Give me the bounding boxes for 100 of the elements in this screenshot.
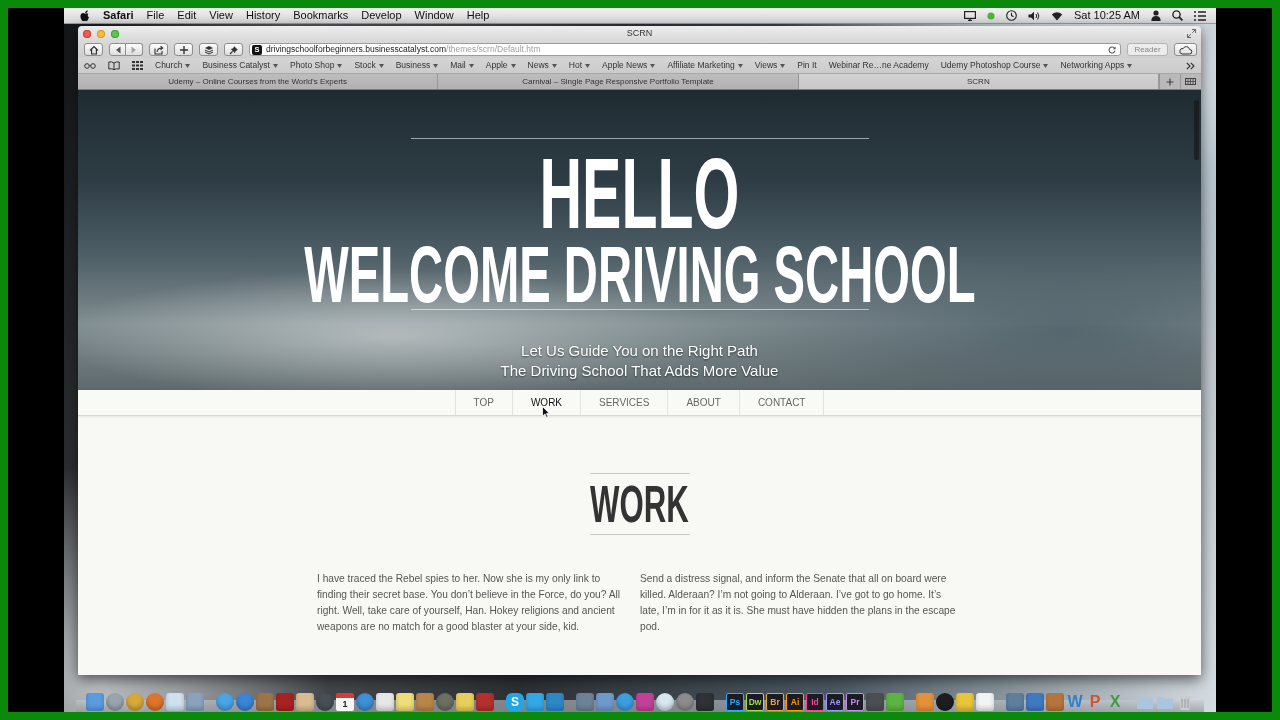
cloud-tabs-button[interactable] [1174, 43, 1197, 56]
app-tile-icon[interactable] [576, 693, 594, 711]
scrollbar-thumb[interactable] [1194, 100, 1199, 160]
bookmark-item[interactable]: Networking Apps [1060, 61, 1133, 70]
grid-icon[interactable] [132, 61, 143, 70]
app-tile-icon[interactable] [866, 693, 884, 711]
back-button[interactable] [109, 43, 126, 56]
app-tile-icon[interactable] [916, 693, 934, 711]
app-tile-icon[interactable] [976, 693, 994, 711]
bookmark-item[interactable]: Affiliate Marketing [667, 61, 743, 70]
app-tile-icon[interactable] [1046, 693, 1064, 711]
clock-icon[interactable] [1005, 10, 1017, 21]
user-icon[interactable] [1151, 10, 1161, 21]
bookmark-item[interactable]: Stock [354, 61, 384, 70]
letter-app-tile[interactable]: Pr [846, 693, 864, 711]
app-tile-icon[interactable] [186, 693, 204, 711]
app-tile-icon[interactable] [416, 693, 434, 711]
nav-link[interactable]: ABOUT [667, 390, 739, 415]
bookmark-item[interactable]: Hot [568, 61, 590, 70]
menu-item[interactable]: Develop [361, 10, 402, 21]
layers-icon[interactable] [203, 44, 214, 55]
app-tile-icon[interactable] [886, 693, 904, 711]
browser-tab[interactable]: Udemy – Online Courses from the World's Experts [78, 74, 439, 89]
browser-tab[interactable]: SCRN [798, 74, 1159, 89]
cloud-icon[interactable] [1178, 44, 1193, 55]
bookmark-item[interactable]: Business Catalyst [202, 61, 278, 70]
home-button[interactable] [84, 43, 103, 56]
app-tile-icon[interactable] [376, 693, 394, 711]
reload-icon[interactable] [1108, 45, 1116, 54]
bookmark-item[interactable]: Business [395, 61, 439, 70]
round-app-icon[interactable] [616, 693, 634, 711]
menu-item[interactable]: File [146, 10, 165, 21]
round-app-icon[interactable] [936, 693, 954, 711]
app-tile-icon[interactable] [546, 693, 564, 711]
bookmark-item[interactable]: Photo Shop [289, 61, 343, 70]
nav-link[interactable]: TOP [454, 390, 512, 415]
book-icon[interactable] [108, 61, 120, 70]
app-tile-icon[interactable] [526, 693, 544, 711]
bookmark-item[interactable]: Views [754, 61, 786, 70]
speaker-icon[interactable] [1027, 10, 1040, 21]
bookmark-item[interactable]: Pin It [797, 61, 817, 70]
menu-clock[interactable]: Sat 10:25 AM [1073, 10, 1140, 21]
round-app-icon[interactable] [656, 693, 674, 711]
letter-app-tile[interactable]: Ps [726, 693, 744, 711]
app-tile-icon[interactable] [256, 693, 274, 711]
bookmark-item[interactable]: Church [155, 61, 191, 70]
menu-item[interactable]: Window [414, 10, 454, 21]
list-icon[interactable] [1194, 10, 1206, 21]
fullscreen-icon[interactable] [1187, 29, 1196, 38]
bookmark-item[interactable]: Apple News [602, 61, 656, 70]
menu-item[interactable]: Help [466, 10, 490, 21]
forward-button[interactable] [126, 43, 143, 56]
status-dot-icon[interactable] [986, 11, 995, 20]
app-tile-icon[interactable] [476, 693, 494, 711]
menu-item[interactable]: History [245, 10, 281, 21]
app-tile-icon[interactable] [86, 693, 104, 711]
letter-app-tile[interactable]: Ae [826, 693, 844, 711]
app-tile-icon[interactable] [596, 693, 614, 711]
app-tile-icon[interactable] [956, 693, 974, 711]
app-tile-icon[interactable] [456, 693, 474, 711]
bookmark-item[interactable]: News [527, 61, 557, 70]
calendar-app-tile[interactable]: 1 [336, 693, 354, 711]
app-tile-icon[interactable] [1006, 693, 1024, 711]
forward-icon[interactable] [130, 44, 138, 55]
share-icon[interactable] [153, 44, 164, 55]
letter-app-tile[interactable]: Ai [786, 693, 804, 711]
letter-app-tile[interactable]: Dw [746, 693, 764, 711]
display-icon[interactable] [963, 10, 976, 21]
wifi-icon[interactable] [1050, 10, 1063, 21]
app-menu[interactable]: Safari [103, 10, 134, 21]
browser-tab[interactable]: Carnival – Single Page Responsive Portfolio Template [438, 74, 799, 89]
bookmark-item[interactable]: Mail [450, 61, 474, 70]
app-tile-icon[interactable] [166, 693, 184, 711]
plus-icon[interactable] [178, 44, 189, 55]
pin-button[interactable] [224, 43, 243, 56]
zoom-button[interactable] [111, 29, 119, 38]
apple-icon[interactable] [80, 9, 90, 22]
add-button[interactable] [174, 43, 193, 56]
tabs-overview-icon[interactable] [1185, 78, 1197, 85]
menu-item[interactable]: Edit [177, 10, 197, 21]
nav-link[interactable]: CONTACT [738, 390, 825, 415]
app-tile-icon[interactable] [696, 693, 714, 711]
search-icon[interactable] [1172, 10, 1183, 21]
layers-button[interactable] [199, 43, 218, 56]
glasses-icon[interactable] [84, 62, 96, 69]
app-tile-icon[interactable] [296, 693, 314, 711]
letter-app-tile[interactable]: Id [806, 693, 824, 711]
chevrons-icon[interactable] [1186, 61, 1195, 70]
pin-icon[interactable] [228, 44, 239, 55]
nav-link[interactable]: WORK [511, 390, 581, 415]
bookmark-item[interactable]: Udemy Photoshop Course [940, 61, 1049, 70]
app-tile-icon[interactable] [1026, 693, 1044, 711]
share-button[interactable] [149, 43, 168, 56]
app-tile-icon[interactable] [396, 693, 414, 711]
app-tile-icon[interactable] [636, 693, 654, 711]
bookmark-item[interactable]: Apple [485, 61, 516, 70]
letter-app-tile[interactable]: Br [766, 693, 784, 711]
app-tile-icon[interactable] [276, 693, 294, 711]
nav-link[interactable]: SERVICES [580, 390, 668, 415]
close-button[interactable] [83, 29, 91, 38]
